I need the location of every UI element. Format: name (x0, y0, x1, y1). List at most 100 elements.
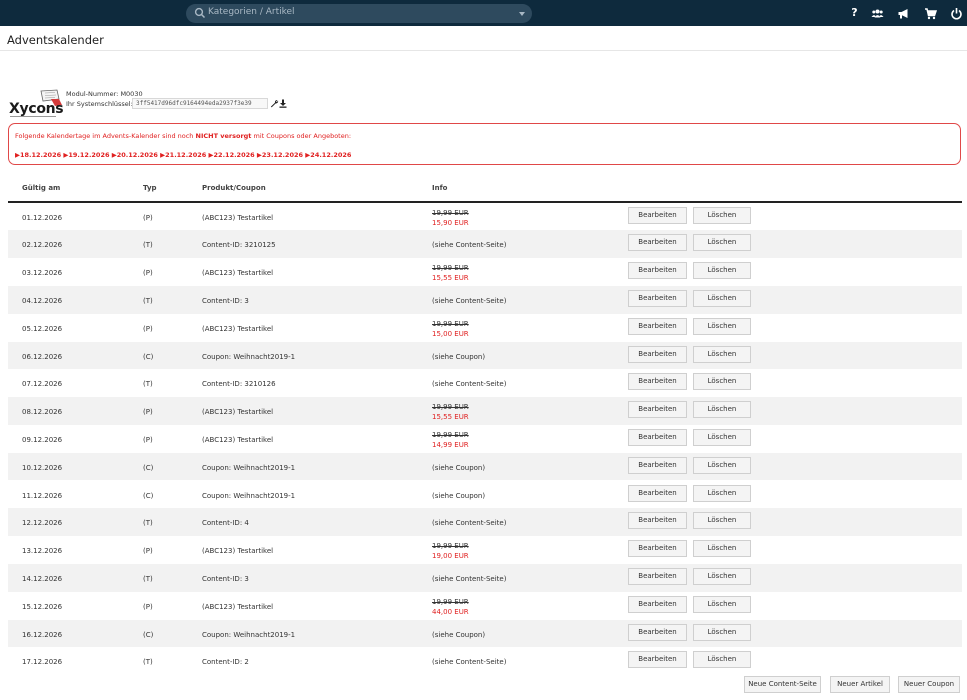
cell-type: (P) (143, 602, 153, 611)
delete-button[interactable]: Löschen (693, 651, 751, 669)
chevron-down-icon[interactable] (519, 12, 525, 16)
edit-button[interactable]: Bearbeiten (628, 428, 687, 446)
cell-type: (P) (143, 269, 153, 278)
price-new: 15,00 EUR (432, 329, 469, 338)
price-new: 19,00 EUR (432, 552, 469, 561)
edit-button[interactable]: Bearbeiten (628, 289, 687, 307)
edit-button[interactable]: Bearbeiten (628, 651, 687, 669)
cell-product: (ABC123) Testartikel (202, 602, 274, 611)
edit-button[interactable]: Bearbeiten (628, 623, 687, 641)
cell-type: (C) (143, 352, 154, 361)
cell-product: (ABC123) Testartikel (202, 435, 274, 444)
cart-icon[interactable] (924, 7, 937, 20)
system-key-field[interactable]: 3ff5417d96dfc9164494eda2937f3e39 (132, 98, 268, 109)
cell-date: 14.12.2026 (22, 574, 63, 583)
cell-date: 01.12.2026 (22, 213, 63, 222)
cell-date: 10.12.2026 (22, 463, 63, 472)
edit-button[interactable]: Bearbeiten (628, 373, 687, 391)
logo-underline (10, 116, 56, 117)
delete-button[interactable]: Löschen (693, 262, 751, 280)
cell-info: (siehe Content-Seite) (432, 241, 507, 250)
megaphone-icon[interactable] (897, 7, 910, 20)
delete-button[interactable]: Löschen (693, 401, 751, 419)
edit-button[interactable]: Bearbeiten (628, 512, 687, 530)
price-old: 19,99 EUR (432, 542, 469, 551)
cell-info: (siehe Content-Seite) (432, 658, 507, 667)
users-icon[interactable] (871, 7, 884, 20)
download-icon[interactable] (279, 99, 287, 108)
delete-button[interactable]: Löschen (693, 512, 751, 530)
cell-product: Content-ID: 3210125 (202, 241, 276, 250)
price-old: 19,99 EUR (432, 319, 469, 328)
help-icon[interactable]: ? (848, 6, 861, 19)
new-coupon-button[interactable]: Neuer Coupon (898, 676, 960, 693)
delete-button[interactable]: Löschen (693, 540, 751, 558)
edit-button[interactable]: Bearbeiten (628, 595, 687, 613)
delete-button[interactable]: Löschen (693, 373, 751, 391)
delete-button[interactable]: Löschen (693, 289, 751, 307)
delete-button[interactable]: Löschen (693, 484, 751, 502)
cell-product: Coupon: Weihnacht2019-1 (202, 630, 296, 639)
new-content-page-button[interactable]: Neue Content-Seite (744, 676, 821, 693)
cell-type: (T) (143, 241, 153, 250)
cell-date: 13.12.2026 (22, 547, 63, 556)
warning-alert: Folgende Kalendertage im Advents-Kalende… (8, 123, 961, 165)
price-old: 19,99 EUR (432, 597, 469, 606)
table-row: 01.12.2026 (P) (ABC123) Testartikel 19,99 E… (8, 203, 962, 231)
table-row: 11.12.2026 (C) Coupon: Weihnacht2019-1 (sie… (8, 481, 962, 509)
delete-button[interactable]: Löschen (693, 206, 751, 224)
price-new: 44,00 EUR (432, 607, 469, 616)
cell-type: (C) (143, 491, 154, 500)
delete-button[interactable]: Löschen (693, 456, 751, 474)
new-article-button[interactable]: Neuer Artikel (830, 676, 890, 693)
cell-product: (ABC123) Testartikel (202, 547, 274, 556)
cell-date: 07.12.2026 (22, 380, 63, 389)
cell-type: (P) (143, 547, 153, 556)
delete-button[interactable]: Löschen (693, 623, 751, 641)
table-row: 08.12.2026 (P) (ABC123) Testartikel 19,99 E… (8, 397, 962, 425)
wrench-icon[interactable] (270, 99, 279, 108)
table-row: 17.12.2026 (T) Content-ID: 2 (siehe Content… (8, 647, 962, 675)
table-row: 05.12.2026 (P) (ABC123) Testartikel 19,99 E… (8, 314, 962, 342)
edit-button[interactable]: Bearbeiten (628, 456, 687, 474)
edit-button[interactable]: Bearbeiten (628, 540, 687, 558)
table-row: 04.12.2026 (T) Content-ID: 3 (siehe Content… (8, 285, 962, 314)
edit-button[interactable]: Bearbeiten (628, 345, 687, 363)
edit-button[interactable]: Bearbeiten (628, 401, 687, 419)
price-old: 19,99 EUR (432, 264, 469, 273)
power-icon[interactable] (950, 7, 963, 20)
delete-button[interactable]: Löschen (693, 234, 751, 252)
price-new: 15,55 EUR (432, 413, 469, 422)
column-header-type: Typ (143, 184, 157, 192)
delete-button[interactable]: Löschen (693, 428, 751, 446)
alert-message: Folgende Kalendertage im Advents-Kalende… (15, 132, 352, 140)
edit-button[interactable]: Bearbeiten (628, 484, 687, 502)
price-new: 15,90 EUR (432, 218, 469, 227)
edit-button[interactable]: Bearbeiten (628, 206, 687, 224)
cell-product: Content-ID: 3 (202, 296, 249, 305)
cell-type: (T) (143, 519, 153, 528)
edit-button[interactable]: Bearbeiten (628, 262, 687, 280)
price-old: 19,99 EUR (432, 430, 469, 439)
cell-date: 16.12.2026 (22, 630, 63, 639)
search-icon (194, 7, 206, 19)
search-bar[interactable]: Kategorien / Artikel (186, 4, 532, 23)
edit-button[interactable]: Bearbeiten (628, 567, 687, 585)
delete-button[interactable]: Löschen (693, 567, 751, 585)
cell-type: (C) (143, 463, 154, 472)
column-header-info: Info (432, 184, 448, 192)
delete-button[interactable]: Löschen (693, 345, 751, 363)
delete-button[interactable]: Löschen (693, 595, 751, 613)
cell-product: (ABC123) Testartikel (202, 324, 274, 333)
table-row: 02.12.2026 (T) Content-ID: 3210125 (siehe C… (8, 230, 962, 259)
search-input[interactable]: Kategorien / Artikel (208, 7, 295, 17)
price-new: 14,99 EUR (432, 440, 469, 449)
cell-product: Content-ID: 3210126 (202, 380, 276, 389)
edit-button[interactable]: Bearbeiten (628, 317, 687, 335)
table-row: 03.12.2026 (P) (ABC123) Testartikel 19,99 E… (8, 258, 962, 286)
delete-button[interactable]: Löschen (693, 317, 751, 335)
cell-info: (siehe Content-Seite) (432, 574, 507, 583)
table-row: 07.12.2026 (T) Content-ID: 3210126 (siehe C… (8, 369, 962, 397)
edit-button[interactable]: Bearbeiten (628, 234, 687, 252)
cell-type: (P) (143, 213, 153, 222)
